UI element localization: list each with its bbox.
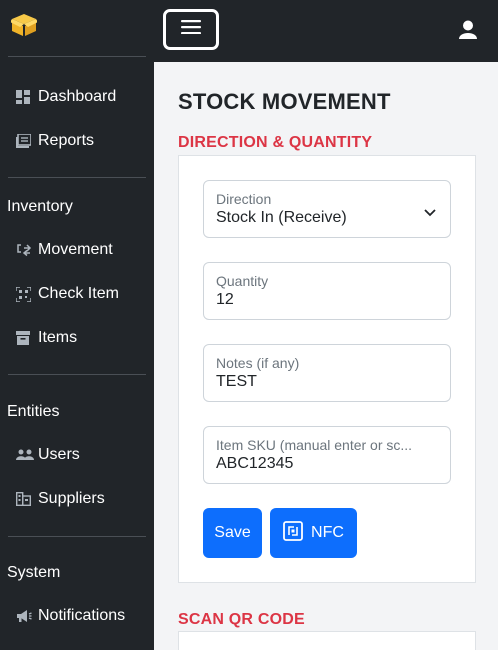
box-icon[interactable] [10,13,38,36]
sidebar-item-label: Reports [38,132,95,149]
sidebar-item-reports[interactable]: Reports [8,126,146,156]
qr-scan-card [178,631,476,650]
reports-icon [8,134,38,148]
sidebar-item-label: Users [38,446,80,463]
dashboard-icon [8,90,38,104]
save-button[interactable]: Save [203,508,262,558]
qr-scan-icon [8,286,38,302]
section-heading-direction: DIRECTION & QUANTITY [178,134,373,151]
sidebar-item-label: Notifications [38,607,126,624]
menu-toggle-button[interactable] [163,9,219,50]
save-button-label: Save [214,524,251,541]
sidebar-item-label: Items [38,329,78,346]
sidebar-item-users[interactable]: Users [8,440,146,470]
sidebar-item-items[interactable]: Items [8,323,146,353]
sidebar-section-entities: Entities [7,403,60,420]
suppliers-icon [8,492,38,506]
user-icon[interactable] [458,20,478,40]
sidebar-item-notifications[interactable]: Notifications [8,601,146,631]
sidebar-item-label: Dashboard [38,88,117,105]
nfc-button-label: NFC [311,524,344,541]
sidebar-item-dashboard[interactable]: Dashboard [8,82,146,112]
sidebar-item-label: Movement [38,241,113,258]
megaphone-icon [8,609,38,623]
sidebar-item-check-item[interactable]: Check Item [8,279,146,309]
chevron-down-icon [424,204,436,222]
direction-select[interactable]: Direction Stock In (Receive) [203,180,451,238]
main-content: STOCK MOVEMENT DIRECTION & QUANTITY Dire… [154,62,498,650]
nfc-button[interactable]: NFC [270,508,357,558]
nfc-icon [283,520,303,546]
page-title: STOCK MOVEMENT [178,89,391,114]
sidebar-section-system: System [7,564,61,581]
quantity-label: Quantity [216,273,269,289]
direction-value: Stock In (Receive) [216,209,347,226]
sidebar-divider [8,56,146,57]
sku-field[interactable]: Item SKU (manual enter or sc... ABC12345 [203,426,451,484]
notes-label: Notes (if any) [216,355,300,371]
sku-value: ABC12345 [216,455,294,472]
notes-field[interactable]: Notes (if any) TEST [203,344,451,402]
sidebar: Dashboard Reports Inventory Movement Che… [0,0,154,650]
sidebar-item-label: Check Item [38,285,119,302]
archive-icon [8,331,38,345]
quantity-field[interactable]: Quantity 12 [203,262,451,320]
quantity-value: 12 [216,291,234,308]
sidebar-divider [8,374,146,375]
sidebar-section-inventory: Inventory [7,198,73,215]
sidebar-divider [8,177,146,178]
sidebar-divider [8,536,146,537]
section-heading-scan-qr: SCAN QR CODE [178,611,305,628]
direction-label: Direction [216,191,272,207]
notes-value: TEST [216,373,257,390]
sidebar-item-suppliers[interactable]: Suppliers [8,484,146,514]
users-icon [8,449,38,461]
movement-icon [8,243,38,257]
movement-form-card: Direction Stock In (Receive) Quantity 12… [178,155,476,583]
topbar [154,0,498,62]
sku-label: Item SKU (manual enter or sc... [216,437,413,453]
sidebar-item-label: Suppliers [38,490,105,507]
hamburger-icon [181,20,201,39]
sidebar-item-movement[interactable]: Movement [8,235,146,265]
